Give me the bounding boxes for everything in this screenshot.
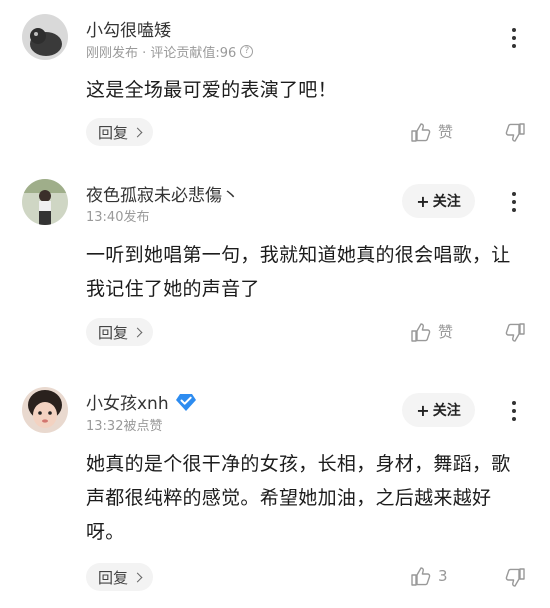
thumbs-up-icon	[411, 122, 431, 142]
like-button[interactable]: 3	[410, 566, 448, 586]
dislike-button[interactable]	[504, 123, 526, 147]
avatar[interactable]	[22, 14, 68, 60]
meta-text: 13:32被点赞	[86, 419, 163, 434]
follow-label: 关注	[432, 194, 461, 210]
meta-text: 刚刚发布 · 评论贡献值:96	[86, 46, 237, 61]
comment-meta: 13:40发布	[86, 206, 149, 225]
reply-label: 回复	[98, 323, 129, 342]
thumbs-up-icon	[411, 567, 431, 586]
thumbs-down-icon	[505, 123, 525, 142]
chevron-right-icon	[132, 572, 143, 582]
like-button[interactable]: 赞	[410, 321, 453, 342]
comment-text: 一听到她唱第一句，我就知道她真的很会唱歌，让我记住了她的声音了	[86, 244, 511, 300]
verified-diamond-icon	[175, 393, 196, 411]
follow-button[interactable]: + 关注	[402, 393, 475, 427]
username-text[interactable]: 夜色孤寂未必悲傷丶	[86, 181, 239, 206]
more-options-icon[interactable]	[508, 401, 520, 421]
reply-label: 回复	[98, 568, 129, 587]
like-count: 赞	[438, 123, 454, 141]
plus-icon: +	[416, 191, 430, 211]
avatar[interactable]	[22, 387, 68, 433]
reply-button[interactable]: 回复	[86, 118, 154, 146]
chevron-right-icon	[132, 327, 143, 337]
avatar[interactable]	[22, 179, 68, 225]
like-button[interactable]: 赞	[410, 121, 453, 142]
reply-button[interactable]: 回复	[86, 318, 154, 346]
comment-text: 她真的是个很干净的女孩，长相，身材，舞蹈，歌声都很纯粹的感觉。希望她加油，之后越…	[86, 453, 511, 543]
dislike-button[interactable]	[504, 568, 526, 592]
thumbs-down-icon	[505, 568, 525, 587]
follow-label: 关注	[432, 403, 461, 419]
username[interactable]: 小勾很嗑矮	[86, 16, 171, 41]
username-text[interactable]: 小女孩xnh	[86, 389, 169, 414]
dislike-button[interactable]	[504, 323, 526, 347]
comment-meta: 13:32被点赞	[86, 415, 162, 434]
comment-text: 这是全场最可爱的表演了吧！	[86, 79, 337, 101]
reply-label: 回复	[98, 123, 129, 142]
help-icon[interactable]: ?	[240, 45, 254, 58]
chevron-right-icon	[132, 127, 143, 137]
username[interactable]: 小女孩xnh	[86, 389, 197, 414]
thumbs-down-icon	[505, 323, 525, 342]
username[interactable]: 夜色孤寂未必悲傷丶	[86, 181, 239, 206]
plus-icon: +	[416, 400, 430, 420]
thumbs-up-icon	[411, 322, 431, 342]
follow-button[interactable]: + 关注	[402, 184, 475, 218]
meta-text: 13:40发布	[86, 210, 150, 225]
like-count: 赞	[438, 323, 454, 341]
more-options-icon[interactable]	[508, 28, 520, 48]
username-text[interactable]: 小勾很嗑矮	[86, 16, 171, 41]
like-count: 3	[438, 567, 448, 585]
comment-meta: 刚刚发布 · 评论贡献值:96 ?	[86, 42, 254, 61]
more-options-icon[interactable]	[508, 192, 520, 212]
reply-button[interactable]: 回复	[86, 563, 154, 591]
